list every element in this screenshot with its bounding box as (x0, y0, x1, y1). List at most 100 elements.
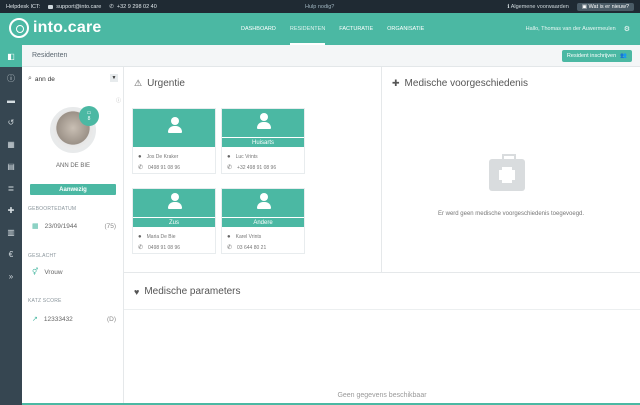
history-icon: ↺ (7, 117, 15, 127)
sidebar-item-notes[interactable]: ≣ (0, 177, 22, 199)
contact-phone[interactable]: ✆ 0498 91 08 96 (133, 242, 215, 253)
contact-name: ● Jos De Kraker (138, 153, 179, 160)
medkit-icon: ✚ (7, 205, 15, 215)
top-info-bar: Helpdesk ICT: support@into.care ✆ +32 9 2… (0, 0, 640, 13)
add-user-icon: 👥 (620, 53, 627, 59)
contact-role: Zus (133, 217, 215, 227)
whats-new-button[interactable]: ▣ Wat is er nieuw? (576, 2, 634, 11)
contact-card-header: Andere (222, 189, 304, 227)
info-icon[interactable]: ⓘ (116, 97, 121, 104)
search-input[interactable]: ann de (35, 76, 55, 83)
user-icon: ● (138, 153, 142, 160)
nav-facturatie[interactable]: FACTURATIE (339, 13, 373, 45)
euro-icon: € (8, 249, 14, 259)
gender-value: ⚥ Vrouw (32, 268, 63, 277)
person-icon (167, 117, 183, 133)
main-menu: DASHBOARD RESIDENTEN FACTURATIE ORGANISA… (241, 13, 438, 45)
contact-phone[interactable]: ✆ 0498 91 08 96 (133, 162, 215, 173)
sidebar-item-history[interactable]: ↺ (0, 111, 22, 133)
parameters-empty: Geen gegevens beschikbaar (337, 392, 427, 399)
contact-card[interactable]: Huisarts ● Luc Vrints ✆ +32 498 91 08 96 (221, 108, 305, 174)
register-resident-button[interactable]: Resident inschrijven 👥 (561, 50, 632, 62)
resident-panel: ⌕ ann de ▼ ⓘ ▭ 8 ANN DE BIE Aanwezig GEBO… (22, 67, 124, 405)
doctor-icon (256, 113, 272, 129)
gender-icon: ⚥ (32, 269, 39, 276)
calendar-icon: ▦ (32, 223, 39, 230)
contact-card-header: Zus (133, 189, 215, 227)
nav-dashboard[interactable]: DASHBOARD (241, 13, 276, 45)
user-greeting: Hallo, Thomas van der Auwermeulen (525, 26, 616, 32)
notes-icon: ≣ (7, 183, 15, 193)
nav-residenten[interactable]: RESIDENTEN (289, 13, 326, 45)
main-navbar: into.care DASHBOARD RESIDENTEN FACTURATI… (0, 13, 640, 45)
user-icon: ● (138, 233, 142, 240)
user-icon: ● (227, 153, 231, 160)
page-title: Residenten (32, 52, 68, 59)
person-icon (167, 193, 183, 209)
contact-phone[interactable]: ✆ +32 498 91 08 96 (222, 162, 304, 173)
medical-history-panel: ✚ Medische voorgeschiedenis Er werd geen … (382, 67, 640, 272)
conditions-link[interactable]: ℹ Algemene voorwaarden (507, 4, 568, 10)
sidebar-item-files[interactable]: ▥ (0, 221, 22, 243)
sidebar-item-info[interactable]: ⓘ (0, 67, 22, 89)
sidebar-item-calendar[interactable]: ▦ (0, 133, 22, 155)
contact-name: ● Maria De Bie (138, 233, 176, 240)
phone-icon: ✆ (227, 245, 233, 251)
helpdesk-email[interactable]: support@into.care (48, 4, 101, 10)
user-icon: ● (227, 233, 231, 240)
gift-icon: ▣ (581, 3, 589, 10)
person-icon (256, 193, 272, 209)
sidebar-expand[interactable]: » (0, 265, 22, 287)
medical-history-title: ✚ Medische voorgeschiedenis (392, 78, 528, 89)
chevron-right-icon: » (8, 271, 14, 281)
sidebar-item-medical[interactable]: ✚ (0, 199, 22, 221)
phone-icon: ✆ (138, 165, 144, 171)
page-subheader: Residenten Resident inschrijven 👥 (22, 45, 640, 67)
filter-icon[interactable]: ▼ (110, 74, 118, 82)
phone-icon: ✆ (138, 245, 144, 251)
contact-card[interactable]: Zus ● Maria De Bie ✆ 0498 91 08 96 (132, 188, 216, 254)
helpdesk-phone[interactable]: ✆ +32 9 298 02 40 (109, 4, 157, 10)
contact-card[interactable]: ● Jos De Kraker ✆ 0498 91 08 96 (132, 108, 216, 174)
gender-label: GESLACHT (28, 253, 57, 259)
contact-name: ● Luc Vrints (227, 153, 258, 160)
mail-icon (48, 4, 54, 9)
search-icon: ⌕ (28, 75, 32, 82)
katz-label: KATZ SCORE (28, 298, 62, 304)
urgency-panel: ⚠ Urgentie ● Jos De Kraker ✆ 0498 91 08 96 … (124, 67, 382, 272)
user-menu[interactable]: Hallo, Thomas van der Auwermeulen ⚙ (526, 13, 630, 45)
medkit-icon: ✚ (392, 78, 400, 88)
contact-card-header: Huisarts (222, 109, 304, 147)
sidebar: ◧ ⓘ ▬ ↺ ▦ ▤ ≣ ✚ ▥ € » (0, 45, 22, 405)
sidebar-item-finance[interactable]: € (0, 243, 22, 265)
contact-phone[interactable]: ✆ 03 644 80 21 (222, 242, 304, 253)
contact-role: Andere (222, 217, 304, 227)
info-icon: ⓘ (7, 73, 15, 83)
room-badge: ▭ 8 (79, 106, 99, 126)
phone-icon: ✆ (109, 3, 114, 10)
logo[interactable]: into.care (9, 18, 102, 38)
calendar-icon: ▦ (7, 139, 15, 149)
gear-icon[interactable]: ⚙ (624, 25, 630, 33)
document-icon: ▤ (7, 161, 15, 171)
katz-value: ↗ 12333432 (D) (32, 315, 116, 324)
help-link[interactable]: Hulp nodig? (305, 4, 334, 10)
contact-card-header (133, 109, 215, 147)
birthdate-value: ▦ 23/09/1944 (75) (32, 222, 116, 231)
warning-icon: ⚠ (134, 78, 143, 88)
card-icon: ▬ (7, 95, 15, 105)
sidebar-item-document[interactable]: ▤ (0, 155, 22, 177)
sidebar-item-card[interactable]: ▬ (0, 89, 22, 111)
medical-parameters-title: ♥ Medische parameters (134, 286, 241, 297)
urgency-title: ⚠ Urgentie (134, 78, 185, 89)
nav-organisatie[interactable]: ORGANISATIE (387, 13, 424, 45)
contact-card[interactable]: Andere ● Karel Vrints ✆ 03 644 80 21 (221, 188, 305, 254)
divider (124, 309, 640, 310)
contact-name: ● Karel Vrints (227, 233, 262, 240)
resident-search[interactable]: ⌕ ann de ▼ (28, 73, 118, 85)
status-badge: Aanwezig (30, 184, 116, 195)
helpdesk-label: Helpdesk ICT: (6, 3, 41, 10)
sidebar-item-overview[interactable]: ◧ (0, 45, 22, 67)
medical-history-empty: Er werd geen medische voorgeschiedenis t… (437, 211, 585, 217)
chart-icon: ↗ (32, 316, 38, 323)
